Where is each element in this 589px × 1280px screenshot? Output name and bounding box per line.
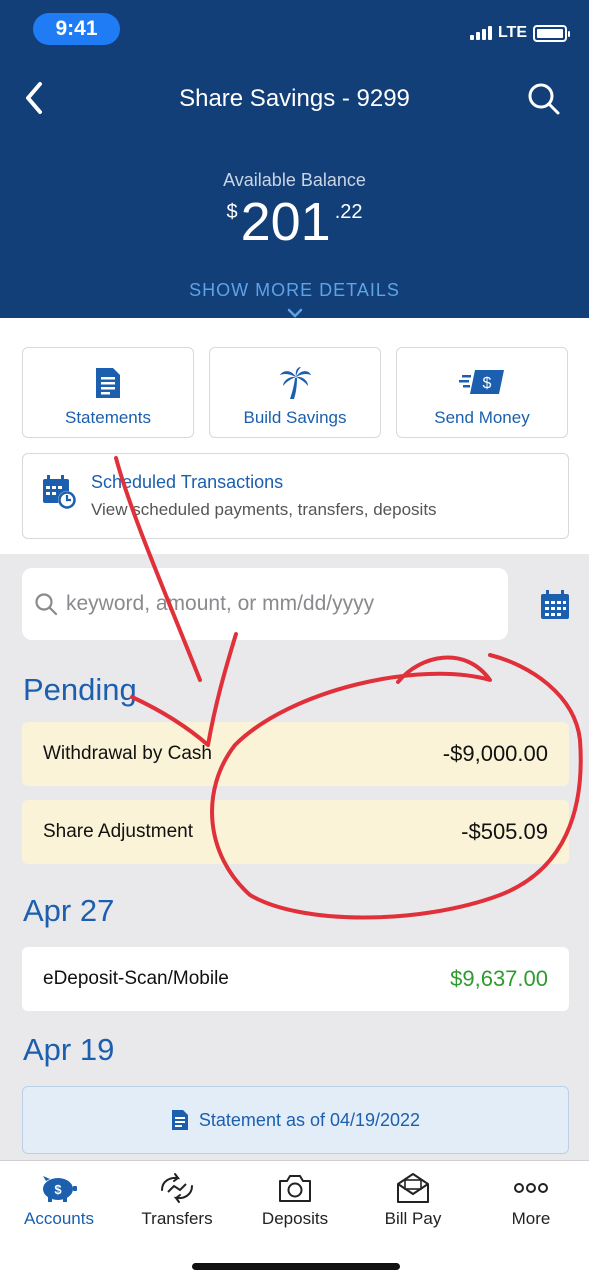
search-icon xyxy=(528,83,560,115)
home-indicator xyxy=(192,1263,400,1270)
balance-label: Available Balance xyxy=(223,170,366,190)
tab-accounts[interactable]: $ Accounts xyxy=(4,1169,114,1229)
transaction-amount: -$9,000.00 xyxy=(442,741,548,766)
statements-label: Statements xyxy=(65,408,151,427)
transaction-row[interactable]: Share Adjustment -$505.09 xyxy=(22,800,569,864)
palm-tree-icon xyxy=(280,367,311,399)
section-heading-apr-27: Apr 27 xyxy=(23,893,115,928)
build-savings-label: Build Savings xyxy=(243,408,347,427)
annotation-circle xyxy=(210,653,583,920)
svg-text:$: $ xyxy=(483,375,492,392)
transaction-row[interactable]: Withdrawal by Cash -$9,000.00 xyxy=(22,722,569,786)
scheduled-subtitle: View scheduled payments, transfers, depo… xyxy=(91,500,437,519)
envelope-icon xyxy=(397,1173,429,1203)
transaction-amount: -$505.09 xyxy=(461,819,548,844)
signal-icon xyxy=(469,26,492,40)
calendar-icon xyxy=(541,590,569,619)
status-indicators: LTE xyxy=(469,24,570,42)
camera-icon xyxy=(279,1175,311,1202)
tab-label: More xyxy=(511,1209,551,1228)
transaction-row[interactable]: eDeposit-Scan/Mobile $9,637.00 xyxy=(22,947,569,1011)
tab-bill-pay[interactable]: Bill Pay xyxy=(358,1169,468,1229)
tab-more[interactable]: More xyxy=(476,1169,586,1229)
tab-label: Deposits xyxy=(261,1209,329,1228)
tab-label: Accounts xyxy=(24,1209,94,1228)
scheduled-transactions-card[interactable]: Scheduled Transactions View scheduled pa… xyxy=(22,453,569,539)
more-icon xyxy=(514,1183,548,1193)
statement-row[interactable]: Statement as of 04/19/2022 xyxy=(22,1086,569,1154)
transaction-description: Share Adjustment xyxy=(43,821,193,842)
date-filter-button[interactable] xyxy=(540,590,570,625)
balance-currency: $ xyxy=(226,201,238,223)
tab-deposits[interactable]: Deposits xyxy=(240,1169,350,1229)
piggy-bank-icon: $ xyxy=(43,1176,77,1202)
chevron-down-icon xyxy=(287,308,303,318)
search-button[interactable] xyxy=(527,82,561,116)
transfer-icon xyxy=(161,1173,193,1203)
search-input[interactable] xyxy=(66,588,496,620)
status-time: 9:41 xyxy=(33,13,120,45)
send-money-label: Send Money xyxy=(434,408,530,427)
send-money-button[interactable]: $ Send Money xyxy=(396,347,568,438)
svg-text:$: $ xyxy=(54,1182,62,1197)
document-icon xyxy=(171,1110,188,1130)
tab-label: Bill Pay xyxy=(384,1209,442,1228)
transaction-amount: $9,637.00 xyxy=(450,966,548,991)
battery-icon xyxy=(533,24,570,42)
build-savings-button[interactable]: Build Savings xyxy=(209,347,381,438)
tab-label: Transfers xyxy=(141,1209,213,1228)
balance-amount: $ 201 .22 xyxy=(0,195,589,249)
transaction-search-box[interactable] xyxy=(22,568,508,640)
account-header: 9:41 LTE Share Savings - 9299 Available … xyxy=(0,0,589,318)
balance-dollars: 201 xyxy=(240,192,331,252)
document-icon xyxy=(96,368,120,398)
calendar-clock-icon xyxy=(43,475,76,509)
search-icon xyxy=(35,593,58,616)
transaction-description: eDeposit-Scan/Mobile xyxy=(43,968,229,989)
section-heading-pending: Pending xyxy=(23,672,137,707)
network-label: LTE xyxy=(497,24,527,41)
page-title: Share Savings - 9299 xyxy=(179,85,410,112)
balance-cents: .22 xyxy=(334,201,363,223)
section-heading-apr-19: Apr 19 xyxy=(23,1032,115,1067)
bottom-tab-bar: $ Accounts Transfers Deposits Bill Pay M… xyxy=(0,1160,589,1280)
transaction-description: Withdrawal by Cash xyxy=(43,743,212,764)
tab-transfers[interactable]: Transfers xyxy=(122,1169,232,1229)
money-send-icon: $ xyxy=(459,370,504,394)
statements-button[interactable]: Statements xyxy=(22,347,194,438)
statement-label: Statement as of 04/19/2022 xyxy=(198,1109,421,1130)
scheduled-title: Scheduled Transactions xyxy=(91,472,284,492)
